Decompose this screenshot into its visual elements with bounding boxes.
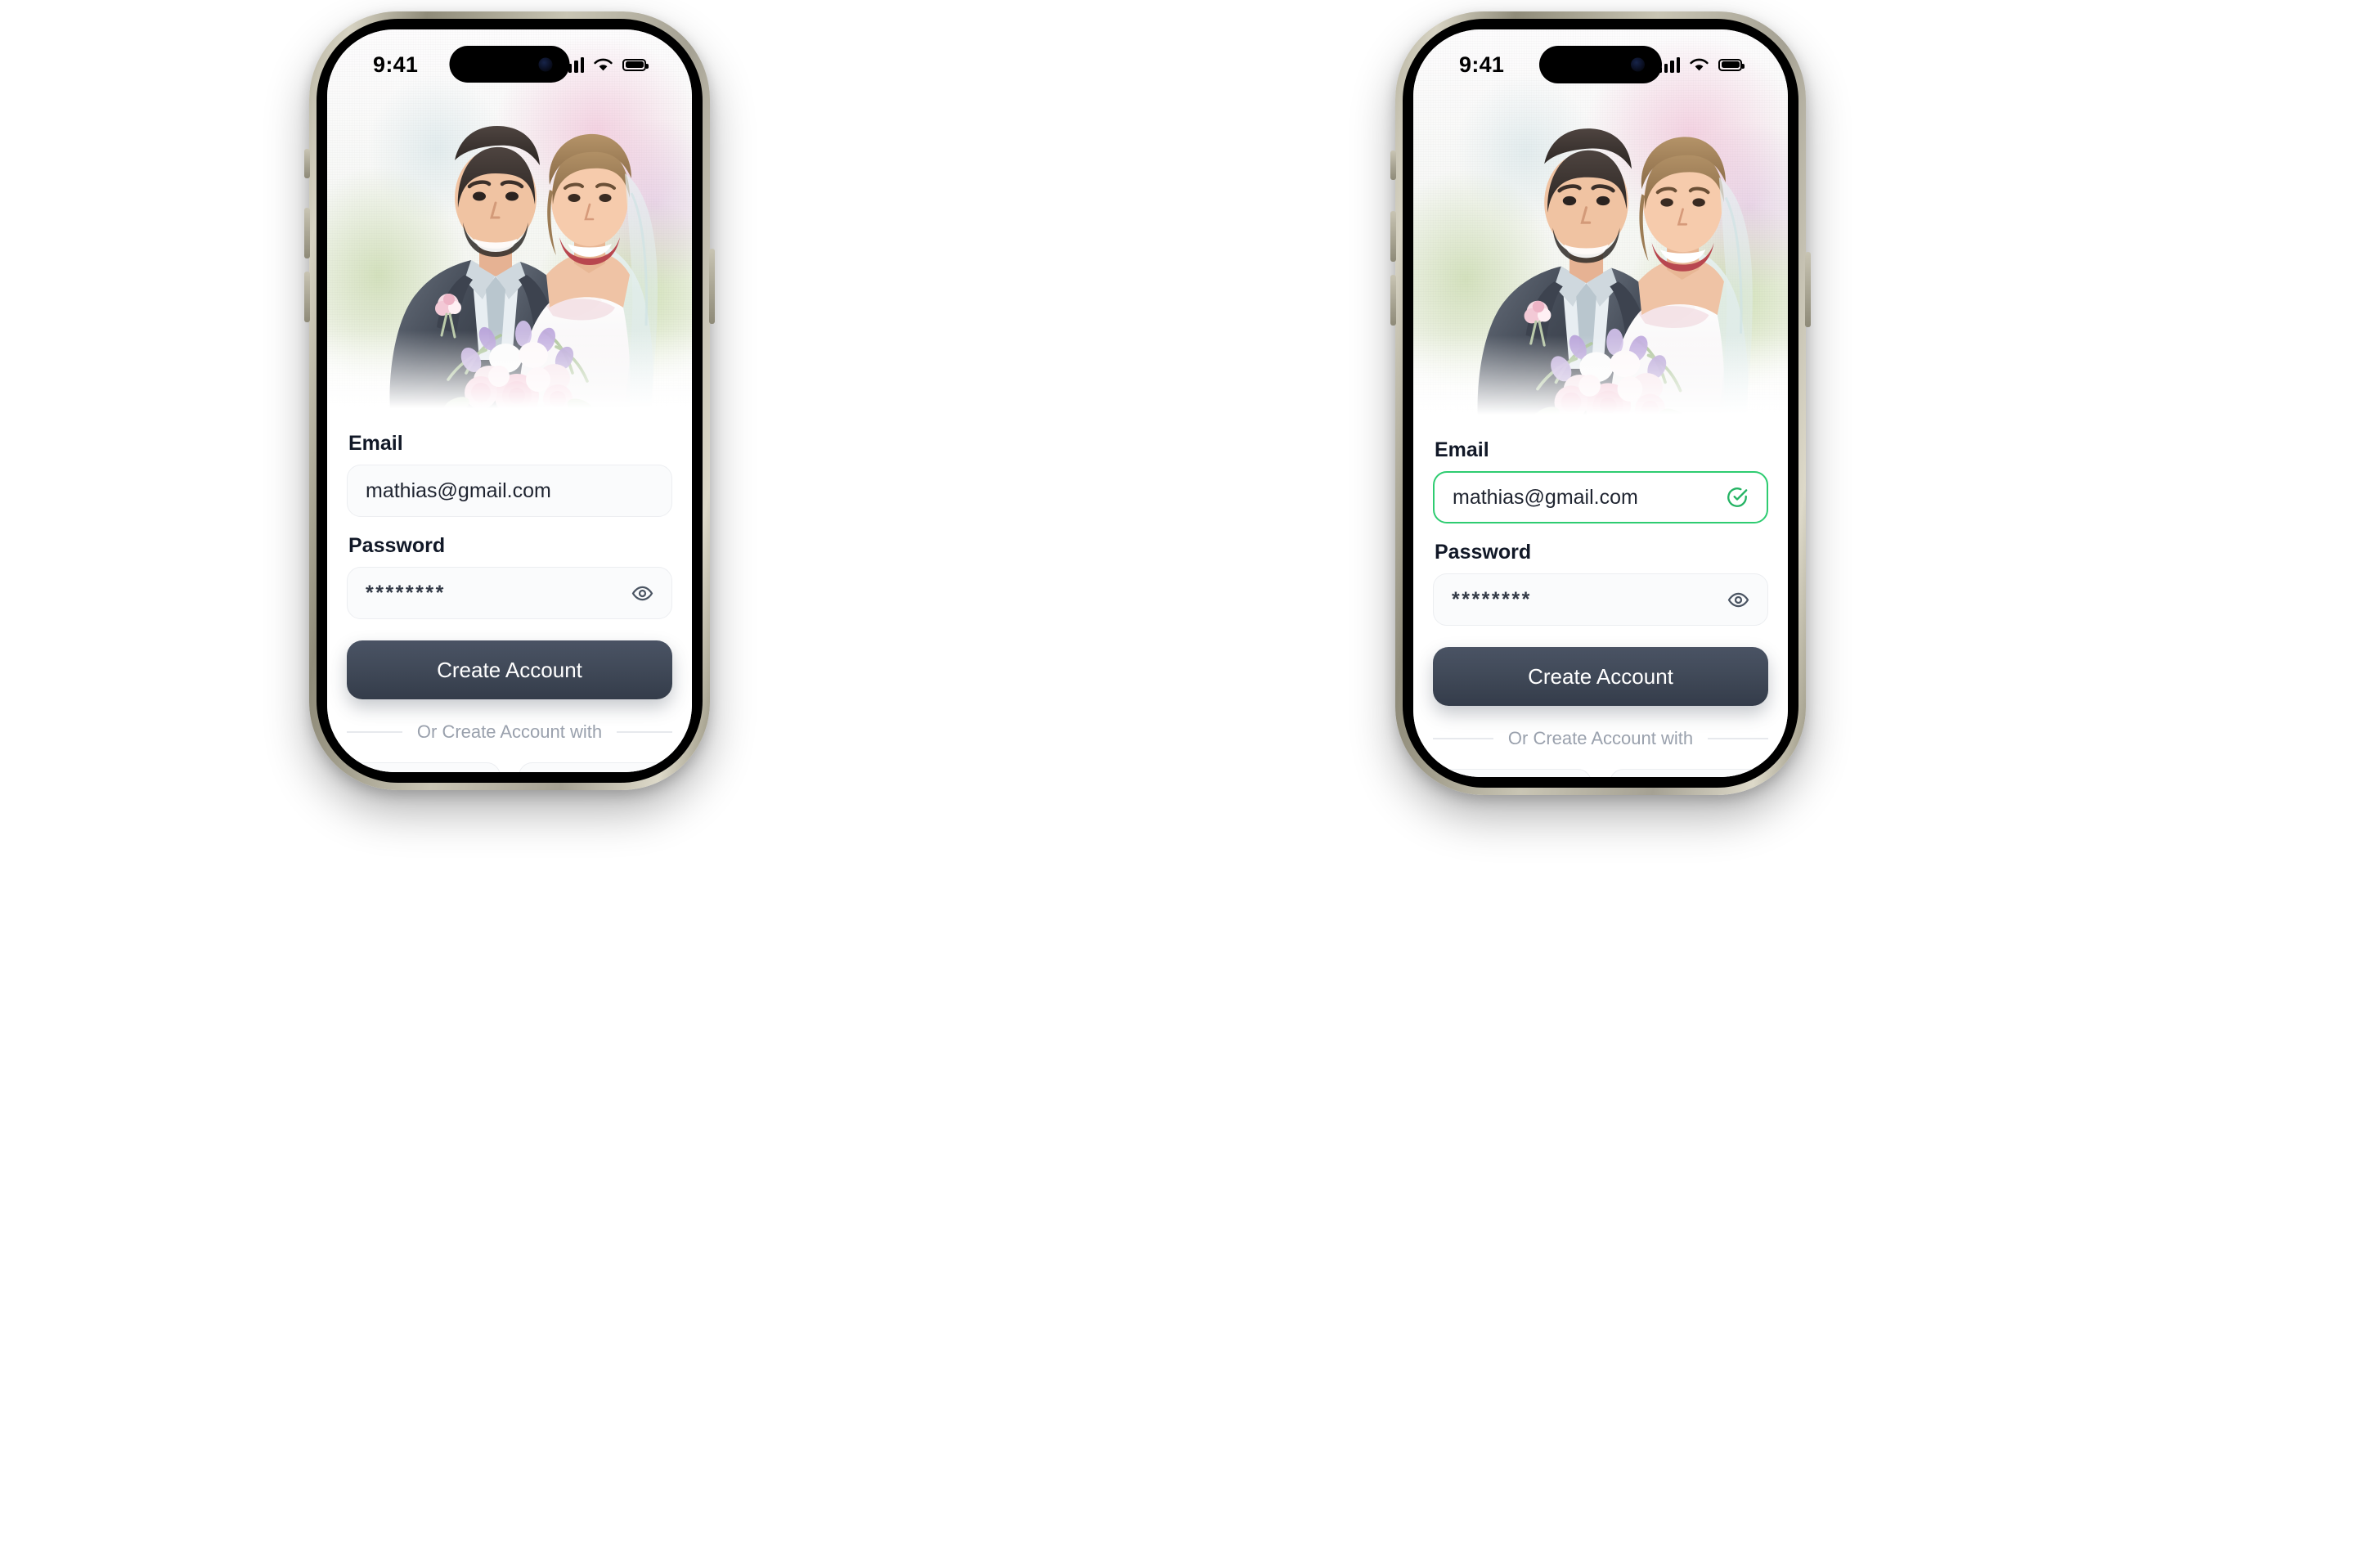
front-camera-icon (538, 57, 553, 71)
social-login-row: Google Apple ID (347, 762, 672, 772)
wifi-icon (1690, 58, 1709, 70)
email-label: Email (1435, 438, 1489, 461)
status-bar: 9:41 (1413, 29, 1788, 100)
email-label: Email (348, 432, 403, 455)
eye-icon[interactable] (1727, 589, 1749, 611)
create-account-button[interactable]: Create Account (1433, 647, 1768, 706)
silent-switch[interactable] (304, 149, 310, 178)
email-field[interactable]: mathias@gmail.com (1433, 471, 1768, 523)
phone-screen: 9:41 Email mathias@gmail.com Password **… (1413, 29, 1788, 777)
silent-switch[interactable] (1390, 151, 1396, 180)
password-value: ******** (1452, 587, 1532, 611)
battery-icon (1718, 58, 1745, 71)
dynamic-island (449, 46, 570, 83)
email-value: mathias@gmail.com (366, 478, 551, 502)
password-label: Password (348, 534, 446, 557)
status-time: 9:41 (373, 52, 419, 77)
divider-line-left (347, 731, 402, 733)
volume-up-button[interactable] (1390, 211, 1396, 262)
dynamic-island (1539, 46, 1662, 83)
volume-up-button[interactable] (304, 208, 310, 258)
create-account-button[interactable]: Create Account (347, 640, 672, 699)
email-value: mathias@gmail.com (1453, 485, 1638, 509)
password-value: ******** (366, 581, 446, 604)
divider-label: Or Create Account with (1507, 728, 1694, 748)
phone-mockup-default-state: 9:41 Email mathias@gmail.com Password **… (304, 11, 715, 790)
status-indicators (562, 56, 649, 73)
volume-down-button[interactable] (1390, 275, 1396, 326)
hero-bottom-fade (327, 330, 692, 425)
status-indicators (1658, 56, 1745, 73)
wifi-icon (594, 58, 613, 70)
power-button[interactable] (1805, 252, 1811, 327)
divider: Or Create Account with (347, 721, 672, 743)
password-field[interactable]: ******** (1433, 573, 1768, 626)
password-label: Password (1435, 541, 1532, 564)
battery-icon (622, 58, 649, 71)
divider-label: Or Create Account with (416, 721, 603, 742)
social-login-row: Google Apple ID (1433, 769, 1768, 777)
divider-line-right (617, 731, 672, 733)
eye-icon[interactable] (631, 582, 653, 604)
check-circle-icon (1726, 486, 1749, 509)
hero-bottom-fade (1413, 335, 1788, 432)
signup-form: Email mathias@gmail.com Password *******… (1413, 432, 1788, 777)
signup-form: Email mathias@gmail.com Password *******… (327, 425, 692, 772)
screenshot-canvas: 9:41 Email mathias@gmail.com Password **… (0, 0, 2380, 1541)
divider-line-right (1708, 738, 1768, 739)
email-field[interactable]: mathias@gmail.com (347, 465, 672, 517)
volume-down-button[interactable] (304, 272, 310, 322)
power-button[interactable] (709, 249, 715, 324)
phone-mockup-validated-state: 9:41 Email mathias@gmail.com Password **… (1390, 11, 1811, 795)
password-field[interactable]: ******** (347, 567, 672, 619)
status-bar: 9:41 (327, 29, 692, 100)
divider-line-left (1433, 738, 1493, 739)
front-camera-icon (1631, 57, 1645, 72)
status-time: 9:41 (1459, 52, 1505, 77)
divider: Or Create Account with (1433, 728, 1768, 749)
phone-screen: 9:41 Email mathias@gmail.com Password **… (327, 29, 692, 772)
